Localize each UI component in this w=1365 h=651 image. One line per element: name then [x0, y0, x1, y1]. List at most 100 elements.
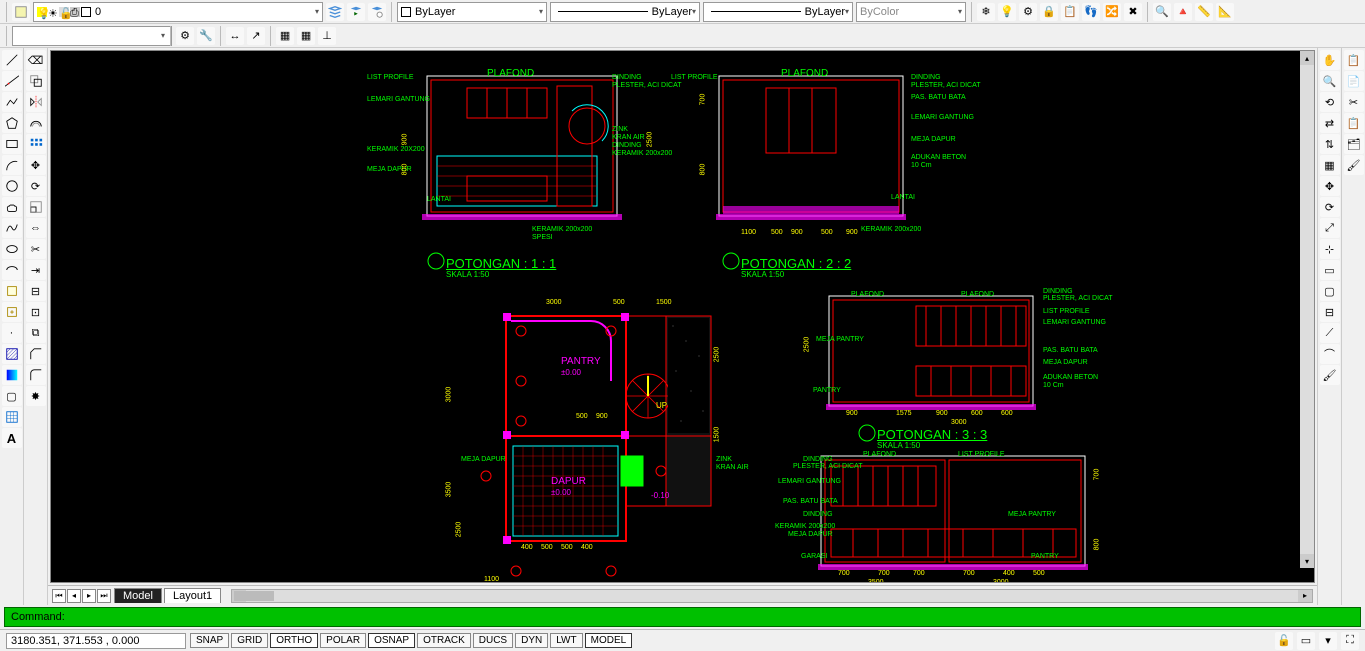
ellipse-tool[interactable]	[2, 239, 22, 259]
break-icon[interactable]: ⊟	[1320, 302, 1340, 322]
ellipse-arc-tool[interactable]	[2, 260, 22, 280]
line-tool[interactable]	[2, 50, 22, 70]
scale-tool[interactable]	[26, 197, 46, 217]
circle-tool[interactable]	[2, 176, 22, 196]
explode-tool[interactable]: ✸	[26, 386, 46, 406]
ucs-icon[interactable]: ⊹	[1320, 239, 1340, 259]
status-toggle-model[interactable]: MODEL	[585, 633, 633, 648]
style-input[interactable]	[12, 26, 172, 46]
move-tool[interactable]: ✥	[26, 155, 46, 175]
workspace-icon[interactable]: ⚙	[176, 27, 194, 45]
tab-model[interactable]: Model	[114, 588, 162, 603]
mirror-tool[interactable]	[26, 92, 46, 112]
scroll-thumb[interactable]	[234, 591, 274, 601]
command-line[interactable]: Command:	[4, 607, 1361, 627]
zoom-realtime-icon[interactable]: 🔍	[1320, 71, 1340, 91]
layer-dropdown[interactable]: 💡 ☀ 🔓 ⎙ 0 ▾	[33, 2, 323, 22]
options-icon[interactable]: 🔧	[197, 27, 215, 45]
annotation-scale-icon[interactable]: ▾	[1319, 632, 1337, 650]
layer-states-icon[interactable]	[368, 3, 386, 21]
arc-tool[interactable]	[2, 155, 22, 175]
layer-lock-icon[interactable]: 🔒	[1040, 3, 1058, 21]
flip-icon[interactable]: ⇅	[1320, 134, 1340, 154]
polygon-tool[interactable]	[2, 113, 22, 133]
dim-aligned-icon[interactable]: ↗	[247, 27, 265, 45]
vertical-scrollbar[interactable]: ▴ ▾	[1300, 51, 1314, 568]
scale3d-icon[interactable]: ⤢	[1320, 218, 1340, 238]
fillet-tool[interactable]	[26, 365, 46, 385]
mirror-icon[interactable]: ⇄	[1320, 113, 1340, 133]
distance-icon[interactable]: 📏	[1195, 3, 1213, 21]
pan-realtime-icon[interactable]: ✋	[1320, 50, 1340, 70]
break-at-point-tool[interactable]: ⊟	[26, 281, 46, 301]
erase-tool[interactable]: ⌫	[26, 50, 46, 70]
cut-icon[interactable]: ✂	[1344, 92, 1364, 112]
zoom-previous-icon[interactable]: ⟲	[1320, 92, 1340, 112]
status-toggle-ortho[interactable]: ORTHO	[270, 633, 318, 648]
mtext-tool[interactable]: A	[2, 428, 22, 448]
layer-match-icon[interactable]: 📋	[1061, 3, 1079, 21]
tab-layout1[interactable]: Layout1	[164, 588, 221, 603]
construction-line-tool[interactable]	[2, 71, 22, 91]
select-icon[interactable]: ▭	[1320, 260, 1340, 280]
layer-off-icon[interactable]: 💡	[998, 3, 1016, 21]
tab-next-icon[interactable]: ▸	[82, 589, 96, 603]
scroll-up-icon[interactable]: ▴	[1300, 51, 1314, 65]
offset-tool[interactable]	[26, 113, 46, 133]
paste-block-icon[interactable]: 🗂	[1344, 134, 1364, 154]
region-icon[interactable]: ▢	[1320, 281, 1340, 301]
lineweight-dropdown[interactable]: ByLayer ▾	[703, 2, 853, 22]
horizontal-scrollbar[interactable]: ◂ ▸	[231, 589, 1313, 603]
zoom-window-icon[interactable]: 🔍	[1153, 3, 1171, 21]
status-toggle-ducs[interactable]: DUCS	[473, 633, 513, 648]
ortho-icon[interactable]: ⊥	[318, 27, 336, 45]
spline-tool[interactable]	[2, 218, 22, 238]
paint-icon[interactable]: 🖌	[1320, 365, 1340, 385]
lock-ui-icon[interactable]: 🔓	[1275, 632, 1293, 650]
copy-base-icon[interactable]: 📄	[1344, 71, 1364, 91]
scroll-right-icon[interactable]: ▸	[1298, 590, 1312, 602]
tab-prev-icon[interactable]: ◂	[67, 589, 81, 603]
zoom-extents-icon[interactable]: 🔺	[1174, 3, 1192, 21]
trim-tool[interactable]: ✂	[26, 239, 46, 259]
area-icon[interactable]: 📐	[1216, 3, 1234, 21]
color-dropdown[interactable]: ByLayer ▾	[397, 2, 547, 22]
layer-freeze-icon[interactable]: ❄	[977, 3, 995, 21]
region-tool[interactable]: ▢	[2, 386, 22, 406]
fillet-icon[interactable]: ⌒	[1320, 344, 1340, 364]
status-toggle-otrack[interactable]: OTRACK	[417, 633, 471, 648]
chamfer-icon[interactable]: ⟋	[1320, 323, 1340, 343]
break-tool[interactable]: ⊡	[26, 302, 46, 322]
stretch-tool[interactable]: ⇔	[26, 218, 46, 238]
layer-isolate-icon[interactable]: ⚙	[1019, 3, 1037, 21]
insert-block-tool[interactable]	[2, 281, 22, 301]
join-tool[interactable]: ⧉	[26, 323, 46, 343]
layer-state-icon[interactable]	[12, 3, 30, 21]
maximize-viewport-icon[interactable]: ⛶	[1341, 632, 1359, 650]
point-tool[interactable]: ·	[2, 323, 22, 343]
status-toggle-osnap[interactable]: OSNAP	[368, 633, 415, 648]
rectangle-tool[interactable]	[2, 134, 22, 154]
status-toggle-snap[interactable]: SNAP	[190, 633, 229, 648]
copy-clip-icon[interactable]: 📋	[1344, 50, 1364, 70]
snap-menu-icon[interactable]: ▦	[276, 27, 294, 45]
hatch-tool[interactable]	[2, 344, 22, 364]
gradient-tool[interactable]	[2, 365, 22, 385]
status-toggle-grid[interactable]: GRID	[231, 633, 268, 648]
revision-cloud-tool[interactable]	[2, 197, 22, 217]
layer-delete-icon[interactable]: ✖	[1124, 3, 1142, 21]
table-tool[interactable]	[2, 407, 22, 427]
layer-manager-icon[interactable]	[326, 3, 344, 21]
match-prop-icon[interactable]: 🖌	[1344, 155, 1364, 175]
make-block-tool[interactable]	[2, 302, 22, 322]
extend-tool[interactable]: ⇥	[26, 260, 46, 280]
model-space-viewport[interactable]: PLAFOND LIST PROFILE DINDING PLESTER, AC…	[50, 50, 1315, 583]
dim-linear-icon[interactable]: ↔	[226, 27, 244, 45]
grid-icon[interactable]: ▦	[297, 27, 315, 45]
tab-last-icon[interactable]: ⏭	[97, 589, 111, 603]
layer-previous-icon[interactable]	[347, 3, 365, 21]
polyline-tool[interactable]	[2, 92, 22, 112]
clean-screen-icon[interactable]: ▭	[1297, 632, 1315, 650]
chamfer-tool[interactable]	[26, 344, 46, 364]
scroll-down-icon[interactable]: ▾	[1300, 554, 1314, 568]
